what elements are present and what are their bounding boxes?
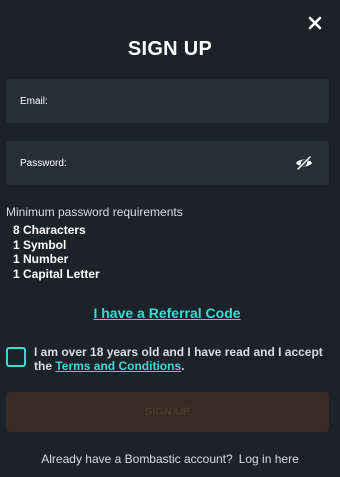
close-button[interactable] [304, 12, 326, 34]
signup-button[interactable]: SIGN UP [6, 392, 329, 432]
consent-text: I am over 18 years old and I have read a… [34, 345, 336, 373]
password-requirements-title: Minimum password requirements [6, 205, 183, 219]
email-field-container[interactable] [6, 79, 329, 123]
login-prompt-text: Already have a Bombastic account? [41, 452, 233, 466]
consent-checkbox[interactable] [6, 347, 26, 367]
email-field[interactable] [20, 95, 250, 107]
password-requirements-list: 8 Characters 1 Symbol 1 Number 1 Capital… [13, 223, 100, 281]
requirement-item: 1 Number [13, 252, 69, 266]
login-link[interactable]: Log in here [239, 452, 299, 466]
signup-modal: SIGN UP Minimum password requirements 8 … [0, 0, 340, 477]
consent-text-suffix: . [181, 359, 185, 373]
referral-code-link[interactable]: I have a Referral Code [0, 305, 334, 321]
login-prompt: Already have a Bombastic account? Log in … [0, 452, 340, 466]
requirement-item: 8 Characters [13, 223, 86, 237]
eye-slash-icon [296, 156, 312, 170]
modal-title: SIGN UP [127, 38, 213, 60]
age-terms-consent: I am over 18 years old and I have read a… [6, 345, 336, 373]
password-field[interactable] [20, 157, 250, 169]
close-icon [308, 16, 322, 30]
requirement-item: 1 Capital Letter [13, 266, 100, 281]
password-visibility-toggle[interactable] [293, 152, 315, 174]
password-field-container[interactable] [6, 141, 329, 185]
terms-and-conditions-link[interactable]: Terms and Conditions [55, 359, 181, 373]
requirement-item: 1 Symbol [13, 237, 67, 252]
